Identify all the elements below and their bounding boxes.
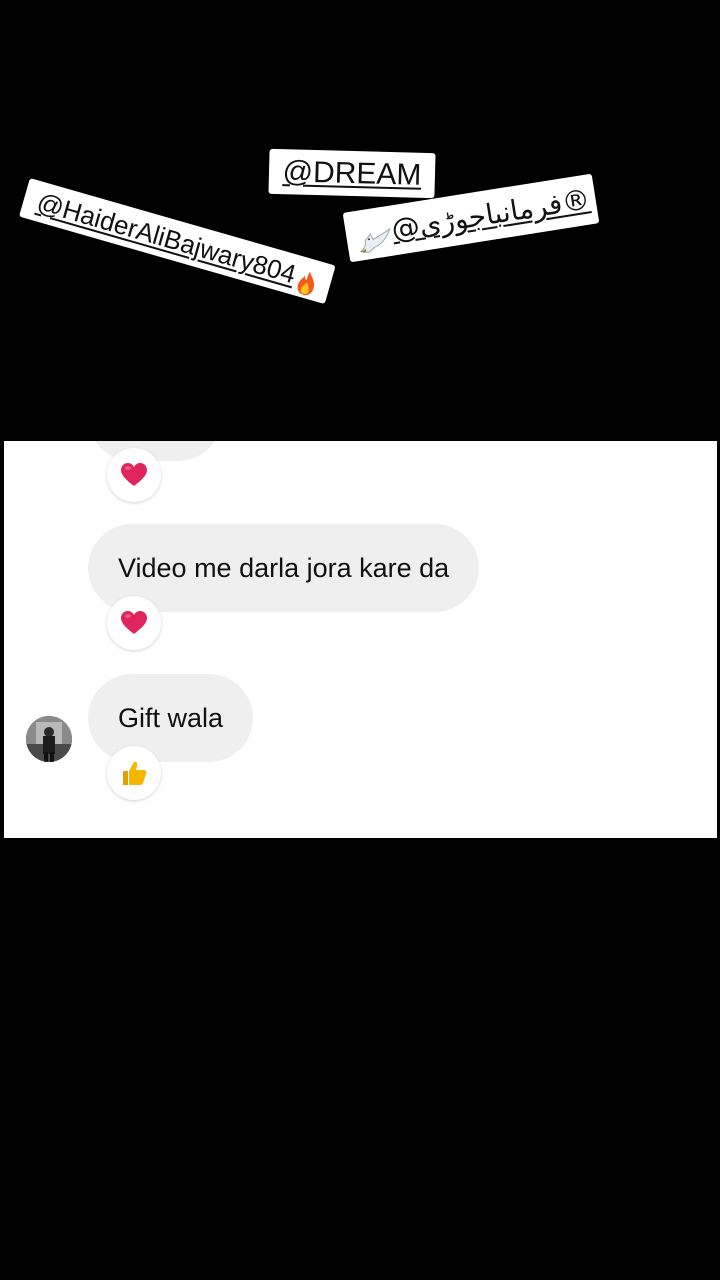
mention-haider-text: @HaiderAliBajwary804 <box>33 186 300 290</box>
mention-sticker-haider[interactable]: @HaiderAliBajwary804 <box>18 178 336 305</box>
chat-screenshot: Video me darla jora kare da Gift wala <box>4 441 717 838</box>
message-bubble[interactable]: Gift wala <box>88 674 254 762</box>
fire-icon <box>293 265 321 296</box>
mention-dream-text: @DREAM <box>282 155 422 192</box>
reaction-badge[interactable] <box>107 596 161 650</box>
reaction-badge[interactable] <box>107 746 161 800</box>
heart-icon <box>121 611 147 634</box>
reaction-badge[interactable] <box>107 448 161 502</box>
thumbs-up-icon <box>123 761 147 785</box>
dove-icon <box>354 219 394 254</box>
avatar[interactable] <box>26 716 72 762</box>
mention-sticker-dream[interactable]: @DREAM <box>268 148 436 199</box>
heart-icon <box>121 463 147 486</box>
